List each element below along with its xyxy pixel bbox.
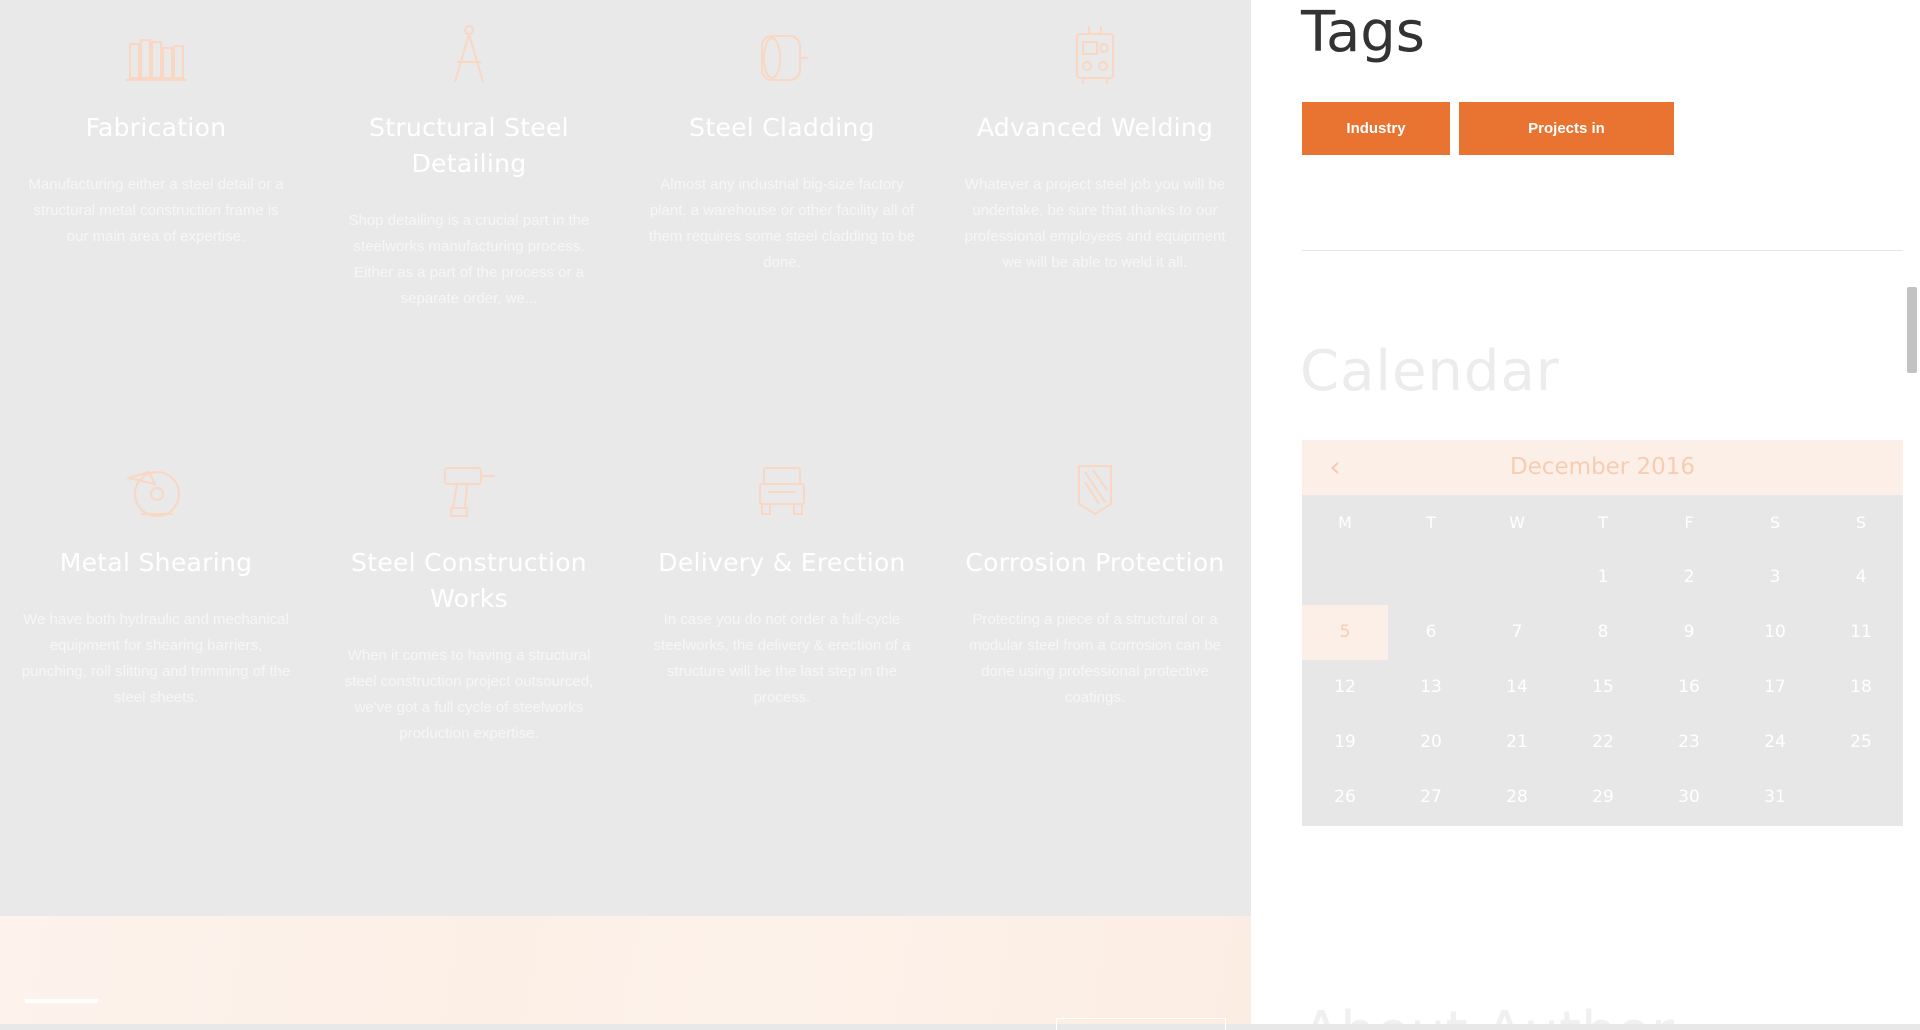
calendar-day[interactable]: 16 bbox=[1646, 660, 1732, 715]
calendar-day[interactable]: 3 bbox=[1732, 550, 1818, 605]
circular-saw-icon bbox=[125, 464, 187, 520]
calendar-day[interactable]: 1 bbox=[1560, 550, 1646, 605]
calendar-day[interactable]: 24 bbox=[1732, 715, 1818, 770]
service-title: Delivery & Erection bbox=[658, 548, 906, 577]
tag-projects-in-development[interactable]: Projects in Development bbox=[1459, 102, 1674, 190]
calendar-day[interactable]: 4 bbox=[1818, 550, 1904, 605]
calendar-day[interactable]: 19 bbox=[1302, 715, 1388, 770]
calendar-day[interactable]: 31 bbox=[1732, 770, 1818, 825]
calendar-day[interactable]: 23 bbox=[1646, 715, 1732, 770]
about-author-heading: About Author bbox=[1302, 1000, 1822, 1024]
calendar-widget: ‹ December 2016 M T W T F S S 1 2 3 4 5 6 7 8 9 10 11 12 13… bbox=[1302, 440, 1903, 826]
tag-industry-news[interactable]: Industry News bbox=[1302, 102, 1450, 190]
calendar-heading: Calendar bbox=[1300, 339, 1560, 404]
service-description: In case you do not order a full-cycle st… bbox=[653, 611, 911, 706]
calendar-day[interactable]: 17 bbox=[1732, 660, 1818, 715]
calendar-day[interactable]: 25 bbox=[1818, 715, 1904, 770]
calendar-weekday: W bbox=[1509, 513, 1525, 532]
service-metal-shearing[interactable]: Metal Shearing We have both hydraulic an… bbox=[16, 0, 296, 706]
calendar-day[interactable]: 12 bbox=[1302, 660, 1388, 715]
calendar-header: ‹ December 2016 bbox=[1302, 440, 1903, 495]
service-description: We have both hydraulic and mechanical eq… bbox=[21, 611, 291, 706]
calendar-day[interactable]: 26 bbox=[1302, 770, 1388, 825]
calendar-day[interactable]: 6 bbox=[1388, 605, 1474, 660]
service-title: Metal Shearing bbox=[59, 548, 253, 577]
calendar-day[interactable]: 7 bbox=[1474, 605, 1560, 660]
calendar-weekday: F bbox=[1684, 513, 1694, 532]
calendar-day[interactable]: 27 bbox=[1388, 770, 1474, 825]
hero-band bbox=[0, 916, 1251, 1030]
service-delivery-erection[interactable]: Delivery & Erection In case you do not o… bbox=[642, 0, 922, 706]
service-title: Steel Construction Works bbox=[351, 548, 587, 613]
service-title: Corrosion Protection bbox=[965, 548, 1225, 577]
calendar-day[interactable]: 18 bbox=[1818, 660, 1904, 715]
drill-icon bbox=[439, 462, 499, 520]
shield-icon bbox=[1073, 462, 1117, 518]
scrollbar-thumb[interactable] bbox=[1907, 287, 1917, 373]
calendar-weekday: S bbox=[1769, 513, 1781, 532]
service-steel-construction-works[interactable]: Steel Construction Works When it comes t… bbox=[329, 0, 609, 742]
calendar-weekday: S bbox=[1855, 513, 1867, 532]
calendar-day[interactable]: 20 bbox=[1388, 715, 1474, 770]
calendar-day[interactable]: 15 bbox=[1560, 660, 1646, 715]
band-button[interactable] bbox=[1056, 1018, 1226, 1030]
calendar-day[interactable]: 9 bbox=[1646, 605, 1732, 660]
calendar-day[interactable]: 13 bbox=[1388, 660, 1474, 715]
calendar-day[interactable]: 11 bbox=[1818, 605, 1904, 660]
calendar-weekday: T bbox=[1598, 513, 1608, 532]
calendar-day[interactable]: 10 bbox=[1732, 605, 1818, 660]
calendar-month-label: December 2016 bbox=[1509, 454, 1696, 480]
calendar-day-today[interactable]: 5 bbox=[1302, 605, 1388, 660]
divider bbox=[1302, 250, 1903, 251]
truck-icon bbox=[754, 464, 810, 518]
accent-line bbox=[25, 999, 98, 1003]
calendar-weekday: M bbox=[1338, 513, 1352, 532]
calendar-day[interactable]: 22 bbox=[1560, 715, 1646, 770]
calendar-day[interactable]: 14 bbox=[1474, 660, 1560, 715]
calendar-day[interactable]: 21 bbox=[1474, 715, 1560, 770]
services-section: Fabrication Manufacturing either a steel… bbox=[0, 0, 1251, 916]
calendar-day[interactable]: 28 bbox=[1474, 770, 1560, 825]
service-description: Protecting a piece of a structural or a … bbox=[969, 611, 1221, 706]
sidebar: Tags Industry News Projects in Developme… bbox=[1251, 0, 1903, 1024]
calendar-day[interactable]: 2 bbox=[1646, 550, 1732, 605]
calendar-weekday: T bbox=[1426, 513, 1436, 532]
tags-heading: Tags bbox=[1301, 0, 1425, 65]
scrollbar[interactable] bbox=[1903, 0, 1920, 1024]
service-description: When it comes to having a structural ste… bbox=[344, 647, 594, 742]
service-corrosion-protection[interactable]: Corrosion Protection Protecting a piece … bbox=[955, 0, 1235, 706]
calendar-day[interactable]: 30 bbox=[1646, 770, 1732, 825]
calendar-day[interactable]: 29 bbox=[1560, 770, 1646, 825]
calendar-day[interactable]: 8 bbox=[1560, 605, 1646, 660]
